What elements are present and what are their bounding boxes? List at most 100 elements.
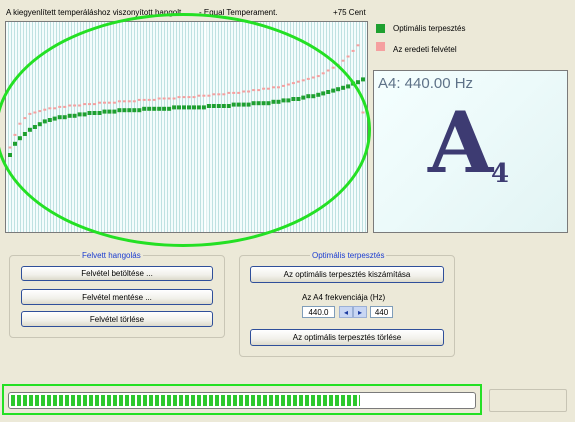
recorded-point bbox=[316, 75, 320, 78]
recorded-point bbox=[326, 69, 330, 72]
optimal-point bbox=[102, 109, 107, 114]
legend-recorded-swatch bbox=[376, 42, 385, 51]
recorded-point bbox=[356, 44, 360, 47]
calculate-optimal-button[interactable]: Az optimális terpesztés kiszámítása bbox=[250, 266, 444, 283]
recorded-point bbox=[162, 97, 166, 100]
recorded-point bbox=[187, 96, 191, 99]
optimal-point bbox=[291, 97, 296, 101]
recorded-point bbox=[286, 83, 290, 86]
optimal-point bbox=[221, 104, 226, 108]
recorded-point bbox=[237, 91, 241, 94]
recorded-point bbox=[98, 101, 101, 104]
optimal-point bbox=[321, 91, 326, 96]
recorded-point bbox=[13, 133, 17, 136]
recorded-point bbox=[63, 105, 67, 108]
optimal-point bbox=[92, 111, 97, 115]
recorded-point bbox=[257, 89, 261, 92]
recorded-point bbox=[192, 96, 196, 99]
optimal-point bbox=[142, 106, 147, 111]
recorded-point bbox=[227, 91, 231, 94]
optimal-point bbox=[256, 101, 261, 106]
recorded-point bbox=[43, 108, 47, 111]
recorded-point bbox=[38, 110, 42, 113]
recorded-point bbox=[73, 104, 77, 107]
recorded-point bbox=[8, 146, 12, 149]
optimal-point bbox=[17, 136, 22, 141]
recorded-point bbox=[103, 101, 106, 104]
recorded-point bbox=[93, 103, 96, 106]
optimal-point bbox=[87, 111, 92, 115]
delete-optimal-button[interactable]: Az optimális terpesztés törlése bbox=[250, 329, 444, 346]
recorded-point bbox=[267, 87, 270, 90]
recorded-point bbox=[23, 117, 27, 120]
recorded-point bbox=[361, 111, 365, 114]
optimal-point bbox=[286, 98, 291, 103]
optimal-point bbox=[127, 108, 132, 113]
recorded-point bbox=[341, 59, 345, 62]
recorded-point bbox=[58, 105, 62, 108]
optimal-point bbox=[346, 84, 351, 89]
optimal-point bbox=[192, 105, 196, 110]
recorded-point bbox=[68, 104, 72, 107]
recorded-point bbox=[142, 98, 146, 101]
progress-bar bbox=[8, 392, 476, 409]
optimal-point bbox=[301, 95, 306, 100]
optimal-point bbox=[77, 112, 82, 117]
recorded-point bbox=[232, 91, 236, 94]
recorded-point bbox=[252, 89, 256, 92]
optimal-point bbox=[281, 98, 286, 103]
recorded-tuning-title: Felvett hangolás bbox=[80, 251, 143, 260]
optimal-point bbox=[182, 105, 186, 110]
arrow-left-icon: ◂ bbox=[343, 307, 348, 317]
optimal-point bbox=[211, 104, 216, 108]
recorded-point bbox=[346, 55, 350, 58]
recorded-point bbox=[311, 76, 315, 79]
optimal-point bbox=[361, 77, 365, 82]
optimal-point bbox=[13, 141, 17, 146]
recorded-point bbox=[137, 98, 141, 101]
decrease-frequency-button[interactable]: ◂ bbox=[339, 306, 353, 318]
optimal-point bbox=[216, 104, 221, 108]
recorded-point bbox=[291, 82, 295, 85]
a4-frequency-display[interactable]: 440 bbox=[370, 306, 393, 318]
recorded-point bbox=[197, 94, 201, 97]
optimal-point bbox=[122, 108, 127, 113]
recorded-point bbox=[182, 96, 186, 99]
recorded-point bbox=[351, 49, 355, 52]
recorded-point bbox=[112, 101, 116, 104]
optimal-point bbox=[72, 113, 77, 118]
recorded-point bbox=[296, 80, 300, 83]
delete-recording-button[interactable]: Felvétel törlése bbox=[21, 311, 213, 327]
optimal-point bbox=[246, 102, 251, 107]
optimal-point bbox=[147, 106, 152, 111]
optimal-point bbox=[177, 105, 181, 110]
recorded-point bbox=[53, 107, 57, 110]
recorded-point bbox=[78, 104, 82, 107]
optimal-point bbox=[112, 109, 117, 114]
recorded-point bbox=[222, 93, 226, 96]
optimal-point bbox=[326, 90, 331, 94]
optimal-point bbox=[62, 115, 67, 120]
recorded-point bbox=[262, 87, 266, 90]
note-display-panel: A4: 440.00 Hz A 4 bbox=[373, 70, 568, 233]
legend-recorded-label: Az eredeti felvétel bbox=[393, 45, 457, 54]
optimal-point bbox=[261, 101, 266, 106]
optimal-point bbox=[57, 115, 62, 120]
optimal-point bbox=[201, 105, 206, 110]
optimal-point bbox=[296, 97, 301, 101]
recorded-point bbox=[272, 86, 275, 89]
recorded-point bbox=[301, 79, 305, 82]
optimal-point bbox=[162, 106, 167, 111]
increase-frequency-button[interactable]: ▸ bbox=[353, 306, 367, 318]
load-recording-button[interactable]: Felvétel betöltése ... bbox=[21, 266, 213, 281]
optimal-point bbox=[37, 122, 42, 127]
optimal-point bbox=[306, 94, 311, 99]
a4-frequency-input[interactable]: 440.0 bbox=[302, 306, 335, 318]
optimal-point bbox=[167, 106, 172, 111]
optimal-point bbox=[206, 104, 211, 108]
legend-optimal-swatch bbox=[376, 24, 385, 33]
recorded-point bbox=[336, 63, 340, 66]
save-recording-button[interactable]: Felvétel mentése ... bbox=[21, 289, 213, 305]
recorded-point bbox=[127, 100, 131, 103]
chart-scale-label: +75 Cent bbox=[333, 8, 366, 17]
